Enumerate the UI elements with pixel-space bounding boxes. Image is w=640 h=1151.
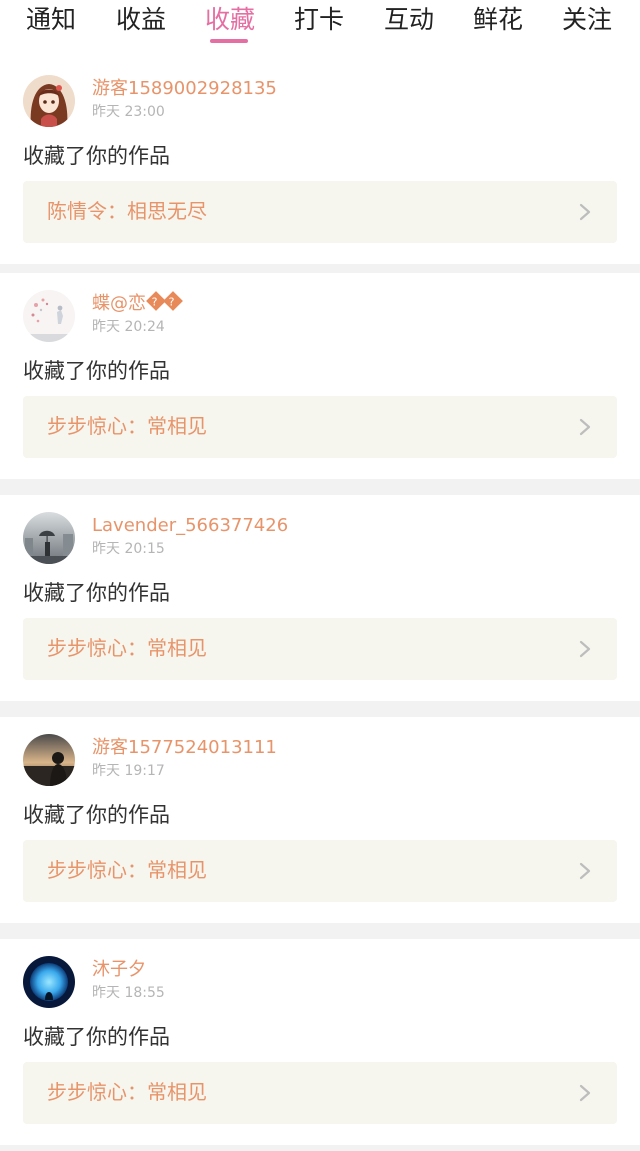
- username[interactable]: 沐子夕: [92, 959, 146, 981]
- feed-item: 游客1577524013111 昨天 19:17 收藏了你的作品 步步惊心：常相…: [0, 717, 640, 923]
- avatar[interactable]: [23, 512, 75, 564]
- work-title: 步步惊心：常相见: [47, 858, 207, 882]
- feed-item: Lavender_566377426 昨天 20:15 收藏了你的作品 步步惊心…: [0, 495, 640, 701]
- tab-notifications[interactable]: 通知: [26, 4, 76, 38]
- unknown-glyph-icon: ?: [163, 291, 183, 311]
- feed-item: 游客1589002928135 昨天 23:00 收藏了你的作品 陈情令：相思无…: [0, 58, 640, 264]
- work-link[interactable]: 步步惊心：常相见: [23, 1062, 617, 1124]
- work-link[interactable]: 步步惊心：常相见: [23, 618, 617, 680]
- tab-interactions[interactable]: 互动: [384, 4, 434, 38]
- favorites-page: 通知 收益 收藏 打卡 互动 鲜花 关注 游客1589002928135 昨天 …: [0, 0, 640, 1151]
- action-text: 收藏了你的作品: [23, 581, 170, 605]
- chevron-right-icon: [579, 862, 591, 880]
- action-text: 收藏了你的作品: [23, 1025, 170, 1049]
- chevron-right-icon: [579, 1084, 591, 1102]
- work-title: 步步惊心：常相见: [47, 1080, 207, 1104]
- work-title: 陈情令：相思无尽: [47, 199, 207, 223]
- tab-flowers[interactable]: 鲜花: [473, 4, 523, 38]
- work-link[interactable]: 陈情令：相思无尽: [23, 181, 617, 243]
- avatar[interactable]: [23, 734, 75, 786]
- avatar[interactable]: [23, 290, 75, 342]
- username-text: 蝶@恋: [92, 293, 146, 314]
- floral-avatar-icon: [23, 290, 75, 342]
- timestamp: 昨天 20:15: [92, 541, 165, 557]
- anime-girl-avatar-icon: [23, 75, 75, 127]
- work-link[interactable]: 步步惊心：常相见: [23, 396, 617, 458]
- active-tab-indicator: [210, 39, 248, 43]
- timestamp: 昨天 19:17: [92, 763, 165, 779]
- tab-earnings[interactable]: 收益: [116, 4, 166, 38]
- feed-item: 沐子夕 昨天 18:55 收藏了你的作品 步步惊心：常相见: [0, 939, 640, 1145]
- umbrella-city-avatar-icon: [23, 512, 75, 564]
- feed-item: 蝶@恋?? 昨天 20:24 收藏了你的作品 步步惊心：常相见: [0, 273, 640, 479]
- action-text: 收藏了你的作品: [23, 803, 170, 827]
- tab-favorites[interactable]: 收藏: [205, 4, 255, 38]
- action-text: 收藏了你的作品: [23, 359, 170, 383]
- timestamp: 昨天 18:55: [92, 985, 165, 1001]
- work-title: 步步惊心：常相见: [47, 636, 207, 660]
- action-text: 收藏了你的作品: [23, 144, 170, 168]
- avatar[interactable]: [23, 75, 75, 127]
- username[interactable]: 游客1589002928135: [92, 78, 277, 100]
- tab-bar: 通知 收益 收藏 打卡 互动 鲜花 关注: [0, 0, 640, 58]
- chevron-right-icon: [579, 203, 591, 221]
- chevron-right-icon: [579, 640, 591, 658]
- avatar[interactable]: [23, 956, 75, 1008]
- chevron-right-icon: [579, 418, 591, 436]
- username[interactable]: 蝶@恋??: [92, 291, 183, 315]
- username[interactable]: 游客1577524013111: [92, 737, 277, 759]
- work-title: 步步惊心：常相见: [47, 414, 207, 438]
- work-link[interactable]: 步步惊心：常相见: [23, 840, 617, 902]
- username[interactable]: Lavender_566377426: [92, 515, 288, 537]
- blue-moon-avatar-icon: [23, 956, 75, 1008]
- timestamp: 昨天 20:24: [92, 319, 165, 335]
- tab-following[interactable]: 关注: [562, 4, 612, 38]
- tab-checkin[interactable]: 打卡: [294, 4, 344, 38]
- sunset-silhouette-avatar-icon: [23, 734, 75, 786]
- timestamp: 昨天 23:00: [92, 104, 165, 120]
